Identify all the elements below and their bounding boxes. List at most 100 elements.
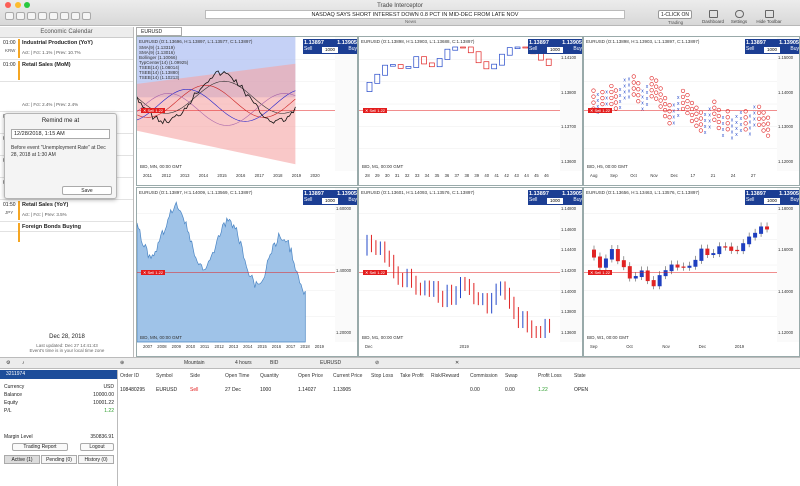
- period-select[interactable]: 4 hours: [235, 360, 252, 366]
- bell-icon[interactable]: ♪: [22, 360, 25, 366]
- quantity-input[interactable]: 1000: [764, 47, 780, 53]
- table-cell[interactable]: 0.00: [505, 387, 515, 393]
- table-cell[interactable]: 108480295: [120, 387, 145, 393]
- column-header[interactable]: Quantity: [260, 373, 279, 379]
- order-marker[interactable]: ✕ Sell 1.22: [141, 269, 166, 275]
- column-header[interactable]: Open Price: [298, 373, 323, 379]
- pnf-mark: x: [753, 123, 756, 129]
- list-icon[interactable]: [27, 12, 36, 20]
- column-header[interactable]: State: [574, 373, 586, 379]
- news-ticker[interactable]: NASDAQ SAYS SHORT INTEREST DOWN 0.8 PCT …: [205, 10, 625, 19]
- pnf-mark: [716, 119, 721, 125]
- sell-label: Sell: [529, 197, 538, 203]
- quantity-input[interactable]: 1000: [764, 198, 780, 204]
- column-header[interactable]: Stop Loss: [371, 373, 393, 379]
- split-icon[interactable]: [38, 12, 47, 20]
- column-header[interactable]: Side: [190, 373, 200, 379]
- column-header[interactable]: Swap: [505, 373, 518, 379]
- grid-icon[interactable]: [16, 12, 25, 20]
- order-marker[interactable]: ✕ Sell 1.22: [588, 107, 613, 113]
- crosshair-icon[interactable]: ⊕: [120, 360, 124, 366]
- order-marker[interactable]: ✕ Sell 1.22: [141, 107, 166, 113]
- price-chart[interactable]: [137, 188, 358, 357]
- trash-icon[interactable]: ✕: [455, 360, 459, 366]
- quantity-input[interactable]: 1000: [547, 47, 563, 53]
- zoom-icon[interactable]: ⊘: [375, 360, 379, 366]
- pnf-mark: x: [708, 124, 711, 130]
- margin-label: Margin Level: [4, 434, 33, 440]
- table-cell[interactable]: EURUSD: [156, 387, 177, 393]
- candle: [723, 246, 728, 248]
- tab-pending[interactable]: Pending (0): [41, 455, 77, 464]
- settings-button[interactable]: Settings: [726, 10, 752, 24]
- chart-panel[interactable]: EURUSD (O:1.13696, H:1.13897, L:1.13577,…: [136, 36, 358, 186]
- trading-report-button[interactable]: Trading Report: [12, 443, 68, 451]
- symbol-select[interactable]: EURUSD: [320, 360, 341, 366]
- chart-panel[interactable]: EURUSD (O:1.13897, H:1.14009, L:1.13569,…: [136, 187, 358, 357]
- tab-history[interactable]: History (0): [78, 455, 114, 464]
- mail-icon[interactable]: [71, 12, 80, 20]
- calendar-date[interactable]: Dec 28, 2018: [0, 334, 133, 340]
- chart-type-select[interactable]: Mountain: [184, 360, 205, 366]
- reminder-save-button[interactable]: Save: [62, 186, 112, 195]
- column-header[interactable]: Profit Loss: [538, 373, 562, 379]
- price-chart[interactable]: [359, 188, 583, 357]
- x-tick-label: 2013: [180, 173, 190, 178]
- chart-panel[interactable]: EURUSD (O:1.13898, H:1.13903, L:1.13688,…: [358, 36, 583, 186]
- tile-icon[interactable]: [60, 12, 69, 20]
- x-tick-label: 24: [730, 173, 736, 178]
- list-item[interactable]: Foreign Bonds Buying: [0, 222, 133, 242]
- table-cell[interactable]: 0.00: [470, 387, 480, 393]
- candle: [687, 265, 692, 268]
- column-header[interactable]: Symbol: [156, 373, 173, 379]
- column-header[interactable]: Commission: [470, 373, 498, 379]
- gear-icon[interactable]: ⚙: [6, 360, 10, 366]
- x-tick-label: 2019: [291, 173, 302, 178]
- list-item[interactable]: 01:00 Retail Sales (MoM): [0, 60, 133, 82]
- reminder-datetime-field[interactable]: 12/28/2018, 1:15 AM: [11, 129, 110, 139]
- table-cell[interactable]: 1.14027: [298, 387, 316, 393]
- tab-active[interactable]: Active (1): [4, 455, 40, 464]
- table-cell[interactable]: 27 Dec: [225, 387, 241, 393]
- list-item[interactable]: 01:50 JPY Retail Sales (YoY) Act: | Fct: | …: [0, 200, 133, 222]
- table-cell[interactable]: 1000: [260, 387, 271, 393]
- hide-toolbar-button[interactable]: Hide Toolbar: [752, 10, 786, 24]
- table-cell[interactable]: 1.13905: [333, 387, 351, 393]
- column-header[interactable]: Risk/Reward: [431, 373, 459, 379]
- one-click-toggle[interactable]: 1-CLICK ON: [658, 10, 692, 19]
- sell-label: Sell: [746, 197, 755, 203]
- column-header[interactable]: Current Price: [333, 373, 362, 379]
- dashboard-button[interactable]: Dashboard: [700, 10, 726, 24]
- window-icon[interactable]: [49, 12, 58, 20]
- list-item[interactable]: 01:00 KRW Industrial Production (YoY) Act: …: [0, 38, 133, 60]
- layout-icon[interactable]: [5, 12, 14, 20]
- chart-panel[interactable]: EURUSD (O:1.13601, H:1.14093, L:1.13576,…: [358, 187, 583, 357]
- table-cell[interactable]: OPEN: [574, 387, 588, 393]
- quantity-input[interactable]: 1000: [322, 47, 338, 53]
- sell-label: Sell: [746, 46, 755, 52]
- table-cell[interactable]: Sell: [190, 387, 198, 393]
- chart-tab[interactable]: EURUSD: [136, 27, 182, 36]
- x-tick-label: 2019: [459, 344, 469, 349]
- price-type-select[interactable]: BID: [270, 360, 278, 366]
- chart-panel[interactable]: EURUSD (O:1.13656, H:1.13463, L:1.13576,…: [583, 187, 800, 357]
- event-stats: Act: | Fct: | Prev: 3.5%: [22, 212, 67, 217]
- order-marker[interactable]: ✕ Sell 1.22: [588, 269, 613, 275]
- order-marker[interactable]: ✕ Sell 1.22: [363, 269, 388, 275]
- column-header[interactable]: Open Time: [225, 373, 249, 379]
- price-chart[interactable]: [584, 188, 800, 357]
- logout-button[interactable]: Logout: [80, 443, 114, 451]
- quantity-input[interactable]: 1000: [322, 198, 338, 204]
- chart-panel[interactable]: xxxxxxxxxxxxxxxxxxxxxxxxxxxxxxxxxxxxxxxx…: [583, 36, 800, 186]
- pnf-mark: [649, 88, 654, 93]
- account-id[interactable]: 3211974: [0, 370, 117, 379]
- list-item[interactable]: Act: | Fct: 2.4% | Prev: 2.4%: [0, 82, 133, 112]
- y-tick-label: 1.14400: [561, 247, 577, 253]
- column-header[interactable]: Order ID: [120, 373, 139, 379]
- panel-icon[interactable]: [82, 12, 91, 20]
- order-marker[interactable]: ✕ Sell 1.22: [363, 107, 388, 113]
- x-tick-label: 2011: [143, 173, 153, 178]
- column-header[interactable]: Take Profit: [400, 373, 424, 379]
- table-cell[interactable]: 1.22: [538, 387, 548, 393]
- quantity-input[interactable]: 1000: [547, 198, 563, 204]
